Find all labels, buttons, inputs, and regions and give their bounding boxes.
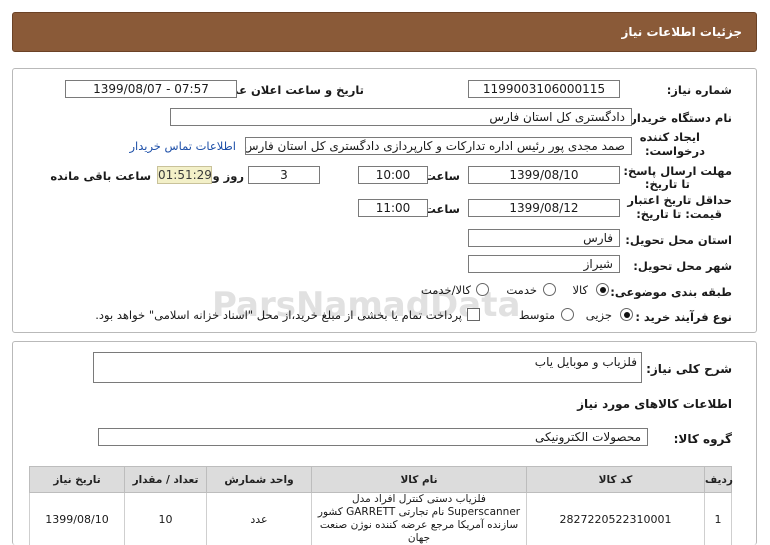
category-radio-goods[interactable] [596, 283, 609, 296]
description-field: فلزیاب و موبایل یاب [93, 352, 642, 383]
creator-label-2: درخواست: [644, 144, 705, 158]
deadline-date-field: 1399/08/10 [468, 166, 620, 184]
validity-time-label: ساعت [424, 202, 460, 216]
process-option-minor: جزیی [585, 308, 612, 322]
validity-label-1: حداقل تاریخ اعتبار [627, 193, 732, 207]
treasury-payment-checkbox[interactable] [467, 308, 480, 321]
cell-code: 2827220522310001 [526, 492, 705, 545]
goods-table: تاریخ نیاز تعداد / مقدار واحد شمارش نام … [29, 466, 733, 545]
creator-label-1: ایجاد کننده [639, 130, 700, 144]
category-radio-service[interactable] [543, 283, 556, 296]
table-header-row: تاریخ نیاز تعداد / مقدار واحد شمارش نام … [29, 466, 733, 493]
days-remaining-field: 3 [248, 166, 320, 184]
cell-need-date: 1399/08/10 [29, 492, 125, 545]
cell-unit: عدد [206, 492, 312, 545]
remaining-time-field: 01:51:29 [157, 166, 212, 184]
deadline-label-2: تا تاریخ: [644, 177, 690, 191]
process-radio-medium[interactable] [561, 308, 574, 321]
cell-name: فلزیاب دستی کنترل افراد مدل Superscanner… [311, 492, 527, 545]
city-field: شیراز [468, 255, 620, 273]
goods-group-label: گروه کالا: [673, 432, 732, 446]
treasury-payment-note: پرداخت تمام یا بخشی از مبلغ خرید،از محل … [95, 308, 462, 322]
remaining-time-label: ساعت باقی مانده [50, 169, 151, 183]
province-label: استان محل تحویل: [625, 233, 732, 247]
col-header-name: نام کالا [311, 466, 527, 493]
days-label: روز و [212, 169, 244, 183]
validity-date-field: 1399/08/12 [468, 199, 620, 217]
description-label: شرح کلی نیاز: [646, 362, 732, 376]
col-header-row: ردیف [704, 466, 733, 493]
validity-label-2: قیمت: تا تاریخ: [636, 207, 722, 221]
col-header-code: کد کالا [526, 466, 705, 493]
need-number-field: 1199003106000115 [468, 80, 620, 98]
deadline-label-1: مهلت ارسال پاسخ: [623, 164, 732, 178]
validity-time-field: 11:00 [358, 199, 428, 217]
col-header-quantity: تعداد / مقدار [124, 466, 207, 493]
need-number-label: شماره نیاز: [666, 83, 732, 97]
col-header-unit: واحد شمارش [206, 466, 312, 493]
deadline-time-field: 10:00 [358, 166, 428, 184]
page-header: جزئیات اطلاعات نیاز [12, 12, 757, 52]
buyer-contact-link[interactable]: اطلاعات تماس خریدار [129, 139, 236, 153]
cell-quantity: 10 [124, 492, 207, 545]
process-type-label: نوع فرآیند خرید : [635, 310, 732, 324]
process-radio-minor[interactable] [620, 308, 633, 321]
announce-date-field: 1399/08/07 - 07:57 [65, 80, 237, 98]
category-label: طبقه بندی موضوعی: [610, 285, 732, 299]
process-option-medium: متوسط [518, 308, 555, 322]
category-radio-goods-service[interactable] [476, 283, 489, 296]
goods-group-field: محصولات الکترونیکی [98, 428, 648, 446]
province-field: فارس [468, 229, 620, 247]
category-option-service: خدمت [506, 283, 537, 297]
deadline-time-label: ساعت [424, 169, 460, 183]
description-value: فلزیاب و موبایل یاب [534, 355, 637, 369]
page-title: جزئیات اطلاعات نیاز [621, 25, 742, 39]
goods-info-title: اطلاعات کالاهای مورد نیاز [577, 397, 732, 411]
buyer-field: دادگستری کل استان فارس [170, 108, 632, 126]
col-header-need-date: تاریخ نیاز [29, 466, 125, 493]
creator-field: صمد مجدی پور رئیس اداره تدارکات و کارپرد… [245, 137, 632, 155]
city-label: شهر محل تحویل: [633, 259, 732, 273]
category-option-goods: کالا [572, 283, 588, 297]
cell-row: 1 [704, 492, 732, 545]
category-option-goods-service: کالا/خدمت [420, 283, 471, 297]
buyer-label: نام دستگاه خریدار: [625, 111, 732, 125]
table-row[interactable]: 1399/08/10 10 عدد فلزیاب دستی کنترل افرا… [29, 492, 732, 545]
